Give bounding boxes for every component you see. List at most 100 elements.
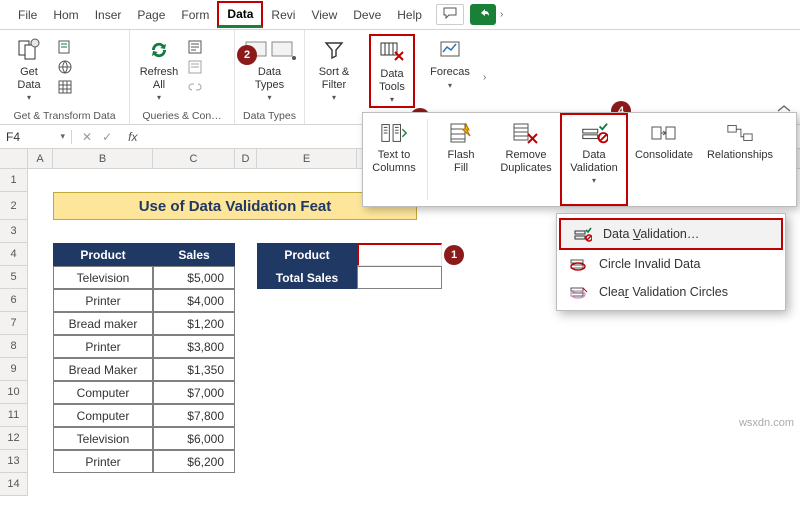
forecast-icon (436, 36, 464, 64)
queries-icon[interactable] (186, 38, 204, 56)
data-types-label: Data Types (255, 66, 284, 91)
relationships-icon (726, 119, 754, 147)
table-cell[interactable]: $3,800 (153, 335, 235, 358)
table-cell[interactable]: $7,000 (153, 381, 235, 404)
tab-file[interactable]: File (10, 4, 45, 26)
row-5[interactable]: 5 (0, 266, 28, 289)
funnel-icon (320, 36, 348, 64)
name-box[interactable]: F4 ▾ (0, 130, 72, 144)
tab-data[interactable]: Data (217, 1, 263, 28)
remove-duplicates-button[interactable]: Remove Duplicates (492, 113, 560, 206)
tab-home[interactable]: Hom (45, 4, 86, 26)
row-7[interactable]: 7 (0, 312, 28, 335)
t1-header-sales[interactable]: Sales (153, 243, 235, 266)
tab-review[interactable]: Revi (263, 4, 303, 26)
annotation-step-1: 1 (444, 245, 464, 265)
table-cell[interactable]: Television (53, 427, 153, 450)
enter-formula-icon: ✓ (102, 130, 112, 144)
edit-links-icon[interactable] (186, 78, 204, 96)
table-cell[interactable]: Printer (53, 335, 153, 358)
row-8[interactable]: 8 (0, 335, 28, 358)
group-get-transform: Get & Transform Data (6, 108, 123, 122)
name-box-value: F4 (6, 130, 20, 144)
col-E[interactable]: E (257, 149, 357, 168)
row-11[interactable]: 11 (0, 404, 28, 427)
table-cell[interactable]: Television (53, 266, 153, 289)
refresh-label: Refresh All (140, 66, 179, 91)
text-to-columns-button[interactable]: Text to Columns (363, 113, 425, 206)
table-cell[interactable]: Printer (53, 289, 153, 312)
tab-page[interactable]: Page (129, 4, 173, 26)
col-B[interactable]: B (53, 149, 153, 168)
from-table-icon[interactable] (56, 78, 74, 96)
table-cell[interactable]: $5,000 (153, 266, 235, 289)
table-cell[interactable]: Computer (53, 404, 153, 427)
fx-icon[interactable]: fx (122, 130, 137, 144)
data-validation-label: Data Validation (570, 149, 618, 174)
properties-icon[interactable] (186, 58, 204, 76)
table-cell[interactable]: Bread maker (53, 312, 153, 335)
row-10[interactable]: 10 (0, 381, 28, 404)
table-cell[interactable]: Bread Maker (53, 358, 153, 381)
table-cell[interactable]: $7,800 (153, 404, 235, 427)
watermark: wsxdn.com (739, 417, 794, 429)
get-data-icon (15, 36, 43, 64)
relationships-button[interactable]: Relationships (700, 113, 780, 206)
get-data-button[interactable]: Get Data ▾ (6, 34, 52, 104)
row-2[interactable]: 2 (0, 192, 28, 220)
remove-duplicates-label: Remove Duplicates (500, 149, 551, 174)
table-cell[interactable]: $6,200 (153, 450, 235, 473)
tab-formulas[interactable]: Form (173, 4, 217, 26)
data-validation-icon (580, 119, 608, 147)
col-A[interactable]: A (28, 149, 53, 168)
forecast-button[interactable]: Forecas ▾ (427, 34, 473, 92)
col-C[interactable]: C (153, 149, 235, 168)
row-14[interactable]: 14 (0, 473, 28, 496)
menu-data-validation[interactable]: Data Validation… (559, 218, 783, 250)
data-validation-menu: Data Validation… Circle Invalid Data Cle… (556, 213, 786, 311)
tab-developer[interactable]: Deve (345, 4, 389, 26)
row-12[interactable]: 12 (0, 427, 28, 450)
table-cell[interactable]: $1,350 (153, 358, 235, 381)
refresh-all-button[interactable]: Refresh All ▾ (136, 34, 182, 104)
relationships-label: Relationships (707, 149, 773, 162)
from-text-icon[interactable] (56, 38, 74, 56)
from-web-icon[interactable] (56, 58, 74, 76)
comments-icon[interactable] (436, 4, 464, 25)
row-6[interactable]: 6 (0, 289, 28, 312)
t1-header-product[interactable]: Product (53, 243, 153, 266)
consolidate-label: Consolidate (635, 149, 693, 162)
table-cell[interactable]: $1,200 (153, 312, 235, 335)
data-tools-icon (378, 38, 406, 66)
row-1[interactable]: 1 (0, 169, 28, 192)
tab-insert[interactable]: Inser (87, 4, 130, 26)
row-4[interactable]: 4 (0, 243, 28, 266)
chevron-down-icon[interactable]: ▾ (60, 131, 65, 142)
col-D[interactable]: D (235, 149, 257, 168)
table-cell[interactable]: $6,000 (153, 427, 235, 450)
t2-header-product[interactable]: Product (257, 243, 357, 266)
cell-F5[interactable] (357, 266, 442, 289)
t2-header-total[interactable]: Total Sales (257, 266, 357, 289)
overflow-icon[interactable]: › (500, 9, 503, 20)
sort-filter-button[interactable]: Sort & Filter ▾ (311, 34, 357, 104)
consolidate-button[interactable]: Consolidate (628, 113, 700, 206)
table-cell[interactable]: Computer (53, 381, 153, 404)
row-3[interactable]: 3 (0, 220, 28, 243)
share-button[interactable] (470, 4, 496, 25)
data-tools-flyout: Text to Columns Flash Fill Remove Duplic… (362, 112, 797, 207)
menu-clear-circles[interactable]: Clear Validation Circles (557, 278, 785, 306)
tab-help[interactable]: Help (389, 4, 430, 26)
data-tools-button[interactable]: Data Tools ▾ (369, 34, 415, 108)
flash-fill-button[interactable]: Flash Fill (430, 113, 492, 206)
row-13[interactable]: 13 (0, 450, 28, 473)
data-validation-button[interactable]: Data Validation ▾ (560, 113, 628, 206)
remove-duplicates-icon (512, 119, 540, 147)
cell-F4-selected[interactable] (357, 243, 442, 266)
table-cell[interactable]: Printer (53, 450, 153, 473)
select-all[interactable] (0, 149, 28, 168)
row-9[interactable]: 9 (0, 358, 28, 381)
table-cell[interactable]: $4,000 (153, 289, 235, 312)
menu-circle-invalid[interactable]: Circle Invalid Data (557, 250, 785, 278)
tab-view[interactable]: View (303, 4, 345, 26)
